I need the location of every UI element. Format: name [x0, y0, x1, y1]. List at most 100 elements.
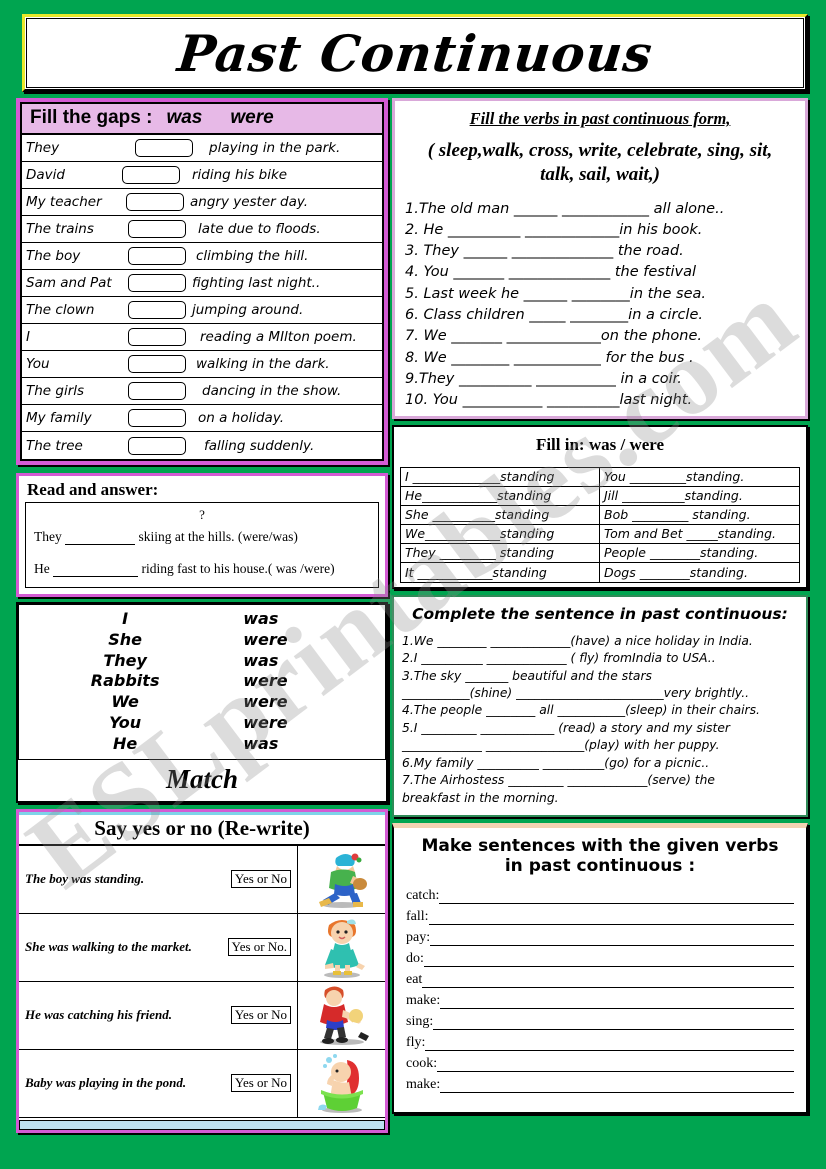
verb: was — [243, 650, 279, 670]
table-row[interactable]: I ______________standing — [401, 468, 599, 487]
gap-input-box[interactable] — [128, 301, 186, 319]
answer-line[interactable] — [439, 891, 794, 905]
verb: were — [243, 712, 288, 732]
list-item[interactable]: 2.I __________ _____________ ( fly) from… — [402, 650, 798, 667]
list-item: We were — [19, 692, 385, 713]
yes-no-heading: Say yes or no (Re-write) — [19, 811, 385, 846]
table-row[interactable]: Bob _________ standing. — [600, 506, 799, 525]
list-item[interactable]: 2. He __________ _____________in his boo… — [405, 220, 795, 241]
list-item[interactable]: 7. We _______ _____________on the phone. — [405, 326, 795, 347]
verb-bank-line-2: talk, sail, wait,) — [540, 163, 660, 185]
list-item: fall: — [406, 909, 794, 926]
list-item[interactable]: 9.They __________ ___________ in a coir. — [405, 369, 795, 390]
complete-sentence-list: 1.We ________ _____________(have) a nice… — [402, 633, 798, 808]
gap-input-box[interactable] — [122, 166, 180, 184]
pronoun: He — [113, 733, 138, 753]
gap-tail: walking in the dark. — [196, 356, 330, 372]
pronoun: You — [109, 712, 142, 732]
answer-line[interactable] — [428, 912, 794, 926]
table-row: The trains late due to floods. — [22, 216, 382, 243]
yes-or-no-option[interactable]: Yes or No. — [227, 938, 291, 957]
table-row[interactable]: She __________standing — [401, 506, 599, 525]
verb-label: make: — [406, 993, 441, 1009]
list-item: Rabbits were — [19, 671, 385, 692]
list-item[interactable]: 1.The old man ______ ____________ all al… — [405, 199, 795, 220]
gap-input-box[interactable] — [128, 436, 186, 455]
gap-input-box[interactable] — [135, 139, 193, 157]
gap-input-box[interactable] — [128, 382, 186, 400]
gap-input-box[interactable] — [128, 274, 186, 292]
table-row[interactable]: It ____________standing — [401, 563, 599, 582]
answer-line[interactable] — [423, 954, 794, 968]
fill-the-gaps-title-main: Fill the gaps : — [30, 107, 153, 128]
table-row: She was walking to the market. Yes or No… — [19, 913, 385, 982]
answer-blank[interactable] — [53, 563, 139, 577]
question-mark: ? — [199, 507, 205, 522]
table-row: I reading a MIlton poem. — [22, 324, 382, 351]
page-title: Past Continuous — [174, 23, 656, 83]
answer-line[interactable] — [437, 1059, 794, 1073]
answer-blank[interactable] — [65, 531, 136, 545]
gap-tail: reading a MIlton poem. — [200, 329, 357, 345]
section-fill-in-was-were: Fill in: was / were I ______________stan… — [392, 424, 808, 589]
fill-verbs-heading: Fill the verbs in past continuous form, — [469, 109, 731, 128]
list-item[interactable]: 1.We ________ _____________(have) a nice… — [402, 633, 798, 650]
table-row: The girls dancing in the show. — [22, 378, 382, 405]
gap-input-box[interactable] — [128, 328, 186, 346]
gap-input-box[interactable] — [128, 355, 186, 373]
list-item[interactable]: 6.My family __________ __________(go) fo… — [402, 755, 798, 772]
table-row[interactable]: He____________standing — [401, 487, 599, 506]
yes-or-no-option[interactable]: Yes or No — [230, 1074, 291, 1093]
table-row[interactable]: They _________ standing — [401, 544, 599, 563]
list-item[interactable]: 5.I _________ ____________ (read) a stor… — [402, 720, 798, 737]
gap-subject: You — [26, 356, 50, 372]
answer-line[interactable] — [440, 1080, 794, 1094]
list-item[interactable]: _____________ ________________(play) wit… — [402, 737, 798, 754]
verb-label: pay: — [406, 930, 431, 946]
table-row: Sam and Pat fighting last night.. — [22, 270, 382, 297]
table-row[interactable]: We____________standing — [401, 525, 599, 544]
answer-line[interactable] — [440, 996, 794, 1010]
baby-in-tub-clipart — [297, 1049, 385, 1117]
verb-label: cook: — [406, 1056, 438, 1072]
gap-input-box[interactable] — [128, 247, 186, 265]
table-row[interactable]: People ________standing. — [600, 544, 799, 563]
list-item: They was — [19, 651, 385, 672]
yes-no-sentence: He was catching his friend. — [25, 1007, 172, 1023]
list-item[interactable]: 6. Class children _____ ________in a cir… — [405, 305, 795, 326]
list-item[interactable]: ___________(shine) _____________________… — [402, 685, 798, 702]
bottom-decorative-bar — [19, 1119, 385, 1130]
answer-line[interactable] — [425, 1038, 794, 1052]
list-item: make: — [406, 1077, 794, 1094]
gap-subject: I — [26, 329, 30, 345]
gap-input-box[interactable] — [128, 220, 186, 238]
table-row[interactable]: Dogs ________standing. — [600, 563, 799, 582]
gap-subject: The clown — [26, 302, 95, 318]
answer-line[interactable] — [422, 975, 794, 989]
list-item[interactable]: 5. Last week he ______ ________in the se… — [405, 284, 795, 305]
list-item[interactable]: 10. You ___________ __________last night… — [405, 390, 795, 411]
list-item[interactable]: breakfast in the morning. — [402, 790, 798, 807]
verb: were — [243, 629, 288, 649]
yes-or-no-option[interactable]: Yes or No — [230, 1006, 291, 1025]
table-row[interactable]: Jill __________standing. — [600, 487, 799, 506]
list-item[interactable]: 3. They ______ ______________ the road. — [405, 241, 795, 262]
answer-line[interactable] — [433, 1017, 794, 1031]
list-item[interactable]: 4.The people ________ all ___________(sl… — [402, 702, 798, 719]
yes-no-sentence: The boy was standing. — [25, 871, 145, 887]
list-item[interactable]: 7.The Airhostess _________ _____________… — [402, 772, 798, 789]
gap-input-box[interactable] — [126, 193, 184, 211]
list-item[interactable]: 4. You _______ ______________ the festiv… — [405, 262, 795, 283]
complete-sentence-heading: Complete the sentence in past continuous… — [412, 604, 788, 623]
fill-the-gaps-word-was: was — [166, 107, 203, 128]
gap-subject: The girls — [26, 383, 85, 399]
gap-subject: My family — [26, 410, 92, 426]
yes-or-no-option[interactable]: Yes or No — [230, 870, 291, 889]
gap-input-box[interactable] — [128, 409, 186, 427]
answer-line[interactable] — [430, 933, 794, 947]
list-item[interactable]: 3.The sky _______ beautiful and the star… — [402, 668, 798, 685]
list-item[interactable]: 8. We ________ ____________ for the bus … — [405, 348, 795, 369]
girl-in-dress-clipart — [297, 913, 385, 981]
table-row[interactable]: Tom and Bet _____standing. — [600, 525, 799, 544]
table-row[interactable]: You _________standing. — [600, 468, 799, 487]
